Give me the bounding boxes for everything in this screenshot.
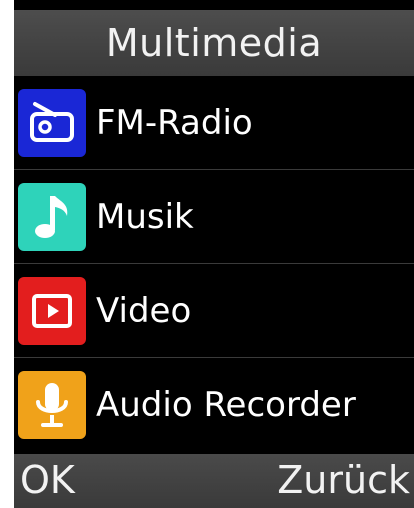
softkey-bar: OK Zurück [14,454,414,508]
page-title: Multimedia [105,21,323,65]
ok-softkey[interactable]: OK [20,458,75,502]
microphone-icon [18,371,86,439]
menu-list: FM-Radio Musik Video Audio Recorder [14,76,414,452]
menu-item-fm-radio[interactable]: FM-Radio [14,76,414,170]
video-play-icon [18,276,86,345]
menu-item-label: Musik [96,196,194,237]
menu-item-label: Video [96,290,192,331]
music-note-icon [18,182,86,251]
menu-item-video[interactable]: Video [14,264,414,358]
menu-item-label: Audio Recorder [96,385,356,425]
menu-item-label: FM-Radio [96,102,253,143]
phone-screen: Multimedia FM-Radio Musik Video Audio Re… [14,0,414,508]
back-softkey[interactable]: Zurück [277,458,410,502]
title-bar: Multimedia [14,10,414,76]
radio-icon [18,88,86,157]
menu-item-audio-recorder[interactable]: Audio Recorder [14,358,414,452]
menu-item-musik[interactable]: Musik [14,170,414,264]
